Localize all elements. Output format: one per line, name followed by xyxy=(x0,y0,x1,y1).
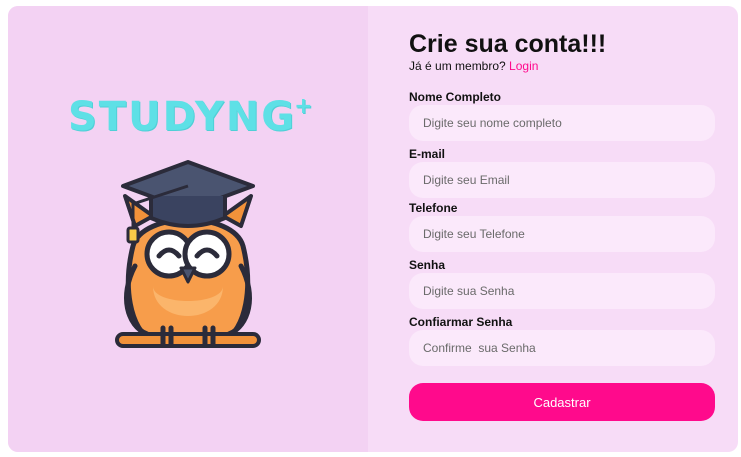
full-name-input[interactable] xyxy=(409,105,715,141)
confirm-password-label: Confiarmar Senha xyxy=(409,315,513,329)
brand-plus: + xyxy=(294,94,315,119)
signup-form: Crie sua conta!!! Já é um membro? Login … xyxy=(368,6,738,452)
phone-input[interactable] xyxy=(409,216,715,252)
phone-label: Telefone xyxy=(409,201,458,215)
member-prompt-text: Já é um membro? xyxy=(409,59,506,73)
email-input[interactable] xyxy=(409,162,715,198)
owl-graduate-icon xyxy=(115,160,261,348)
email-label: E-mail xyxy=(409,147,446,161)
brand-panel: STUDYNG+ xyxy=(8,6,368,452)
brand-logo: STUDYNG+ xyxy=(68,94,315,140)
signup-card: STUDYNG+ Crie sua conta!!! Já é um membr… xyxy=(8,6,738,452)
full-name-label: Nome Completo xyxy=(409,90,502,104)
password-input[interactable] xyxy=(409,273,715,309)
register-button[interactable]: Cadastrar xyxy=(409,383,715,421)
password-label: Senha xyxy=(409,258,446,272)
brand-name: STUDYNG xyxy=(68,94,297,140)
member-prompt-line: Já é um membro? Login xyxy=(409,59,538,73)
confirm-password-input[interactable] xyxy=(409,330,715,366)
page-title: Crie sua conta!!! xyxy=(409,30,607,58)
login-link[interactable]: Login xyxy=(509,59,538,73)
